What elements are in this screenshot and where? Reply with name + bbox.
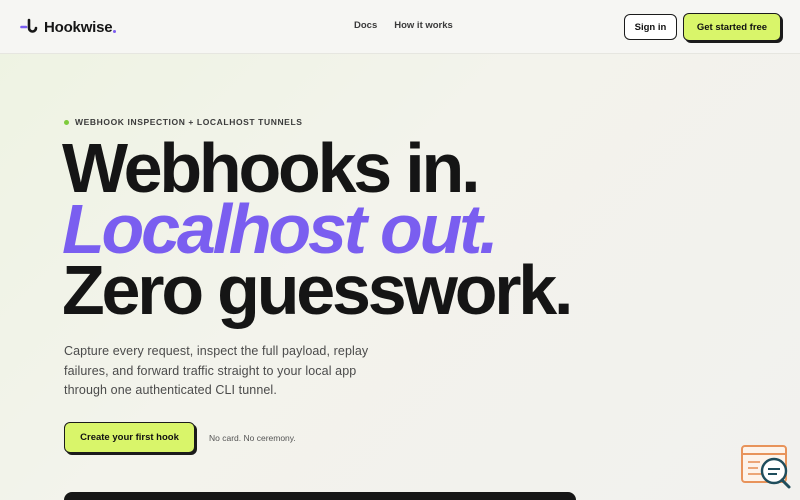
feedback-chat-icon[interactable] bbox=[740, 444, 792, 490]
eyebrow-text: WEBHOOK INSPECTION + LOCALHOST TUNNELS bbox=[75, 117, 303, 127]
cta-note: No card. No ceremony. bbox=[209, 433, 296, 443]
product-preview-panel bbox=[64, 492, 576, 500]
create-first-hook-button[interactable]: Create your first hook bbox=[64, 422, 195, 453]
nav-links: Docs How it works bbox=[354, 20, 453, 31]
nav-link-docs[interactable]: Docs bbox=[354, 20, 377, 31]
brand-name: Hookwise bbox=[44, 18, 113, 36]
brand-logo[interactable]: Hookwise bbox=[20, 17, 117, 37]
status-dot-icon bbox=[64, 119, 69, 125]
sign-in-button[interactable]: Sign in bbox=[624, 14, 677, 40]
hero-description: Capture every request, inspect the full … bbox=[64, 344, 369, 397]
top-nav: Hookwise Docs How it works Sign in Get s… bbox=[0, 0, 800, 54]
headline-line-3: Zero guesswork. bbox=[62, 251, 573, 329]
hero-headline: Webhooks in. Localhost out. Zero guesswo… bbox=[62, 133, 573, 329]
hook-logo-icon bbox=[20, 18, 38, 33]
brand-dot bbox=[113, 30, 117, 33]
nav-link-how-it-works[interactable]: How it works bbox=[394, 20, 453, 31]
hero-eyebrow: WEBHOOK INSPECTION + LOCALHOST TUNNELS bbox=[64, 117, 303, 127]
get-started-button[interactable]: Get started free bbox=[683, 13, 781, 41]
